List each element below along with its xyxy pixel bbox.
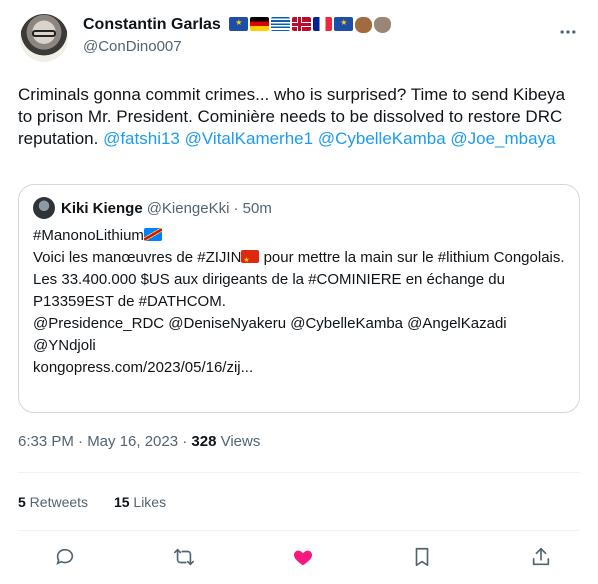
like-button[interactable] bbox=[286, 540, 320, 574]
author-badges bbox=[229, 17, 392, 33]
mention-link[interactable]: @VitalKamerhe1 bbox=[185, 129, 313, 148]
quote-line3: Les 33.400.000 $US aux dirigeants de la … bbox=[33, 271, 505, 310]
quoted-author-name: Kiki Kienge bbox=[61, 199, 143, 217]
quote-line2b: pour mettre la main sur le #lithium Cong… bbox=[259, 249, 565, 266]
mention-link[interactable]: @Joe_mbaya bbox=[450, 129, 555, 148]
eu-flag-icon bbox=[229, 17, 249, 31]
quoted-tweet-time: · 50m bbox=[233, 199, 272, 217]
otter-emoji-icon bbox=[374, 17, 392, 33]
author-avatar[interactable] bbox=[20, 14, 68, 62]
views-label: Views bbox=[216, 433, 261, 450]
quoted-author-handle: @KiengeKki bbox=[146, 199, 230, 217]
tweet-text: Criminals gonna commit crimes... who is … bbox=[18, 84, 583, 150]
mention-link[interactable]: @fatshi13 bbox=[103, 129, 180, 148]
retweet-button[interactable] bbox=[167, 540, 201, 574]
tweet-header: Constantin Garlas @ConDino007 bbox=[18, 14, 580, 62]
france-flag-icon bbox=[313, 17, 333, 31]
quote-line5: kongopress.com/2023/05/16/zij... bbox=[33, 359, 254, 376]
likes-count: 15 bbox=[113, 494, 130, 510]
author-name-block: Constantin Garlas @ConDino007 bbox=[83, 15, 392, 57]
reply-button[interactable] bbox=[48, 540, 82, 574]
more-options-button[interactable] bbox=[556, 20, 580, 44]
divider bbox=[18, 472, 580, 473]
mention-link[interactable]: @CybelleKamba bbox=[318, 129, 446, 148]
retweets-stat[interactable]: 5 Retweets bbox=[18, 494, 88, 510]
greece-flag-icon bbox=[271, 17, 291, 31]
tweet-timestamp[interactable]: 6:33 PM · May 16, 2023 · bbox=[18, 433, 191, 450]
germany-flag-icon bbox=[250, 17, 270, 31]
author-display-name[interactable]: Constantin Garlas bbox=[83, 15, 221, 35]
reply-icon bbox=[56, 548, 74, 565]
quote-line1: #ManonoLithium bbox=[33, 227, 144, 244]
retweet-icon bbox=[174, 548, 194, 566]
tweet-meta: 6:33 PM · May 16, 2023 · 328 Views bbox=[18, 432, 260, 452]
quoted-tweet[interactable]: Kiki Kienge @KiengeKki · 50m #ManonoLith… bbox=[18, 184, 580, 413]
quoted-author-avatar bbox=[33, 197, 55, 219]
bookmark-icon bbox=[415, 547, 429, 567]
share-icon bbox=[532, 547, 550, 566]
retweets-label: Retweets bbox=[25, 494, 89, 510]
china-flag-icon bbox=[241, 250, 260, 272]
author-handle[interactable]: @ConDino007 bbox=[83, 37, 391, 57]
like-icon bbox=[293, 550, 313, 566]
likes-label: Likes bbox=[129, 494, 167, 510]
quote-line4: @Presidence_RDC @DeniseNyakeru @CybelleK… bbox=[33, 315, 507, 354]
engagement-stats: 5 Retweets 15 Likes bbox=[18, 492, 188, 512]
more-icon bbox=[560, 30, 576, 34]
eu-flag-icon bbox=[334, 17, 354, 31]
quoted-tweet-header: Kiki Kienge @KiengeKki · 50m bbox=[33, 197, 565, 219]
likes-stat[interactable]: 15 Likes bbox=[114, 494, 166, 510]
share-button[interactable] bbox=[524, 540, 558, 574]
quote-line2a: Voici les manœuvres de #ZIJIN bbox=[33, 249, 242, 266]
divider bbox=[18, 530, 580, 531]
raised-fist-emoji-icon bbox=[355, 17, 373, 33]
bookmark-button[interactable] bbox=[405, 540, 439, 574]
views-count: 328 bbox=[191, 433, 217, 450]
tweet-actions bbox=[48, 540, 558, 574]
norway-flag-icon bbox=[292, 17, 312, 31]
quoted-tweet-text: #ManonoLithium Voici les manœuvres de #Z… bbox=[33, 225, 565, 379]
drc-flag-icon bbox=[143, 228, 162, 241]
retweets-count: 5 bbox=[18, 494, 26, 510]
